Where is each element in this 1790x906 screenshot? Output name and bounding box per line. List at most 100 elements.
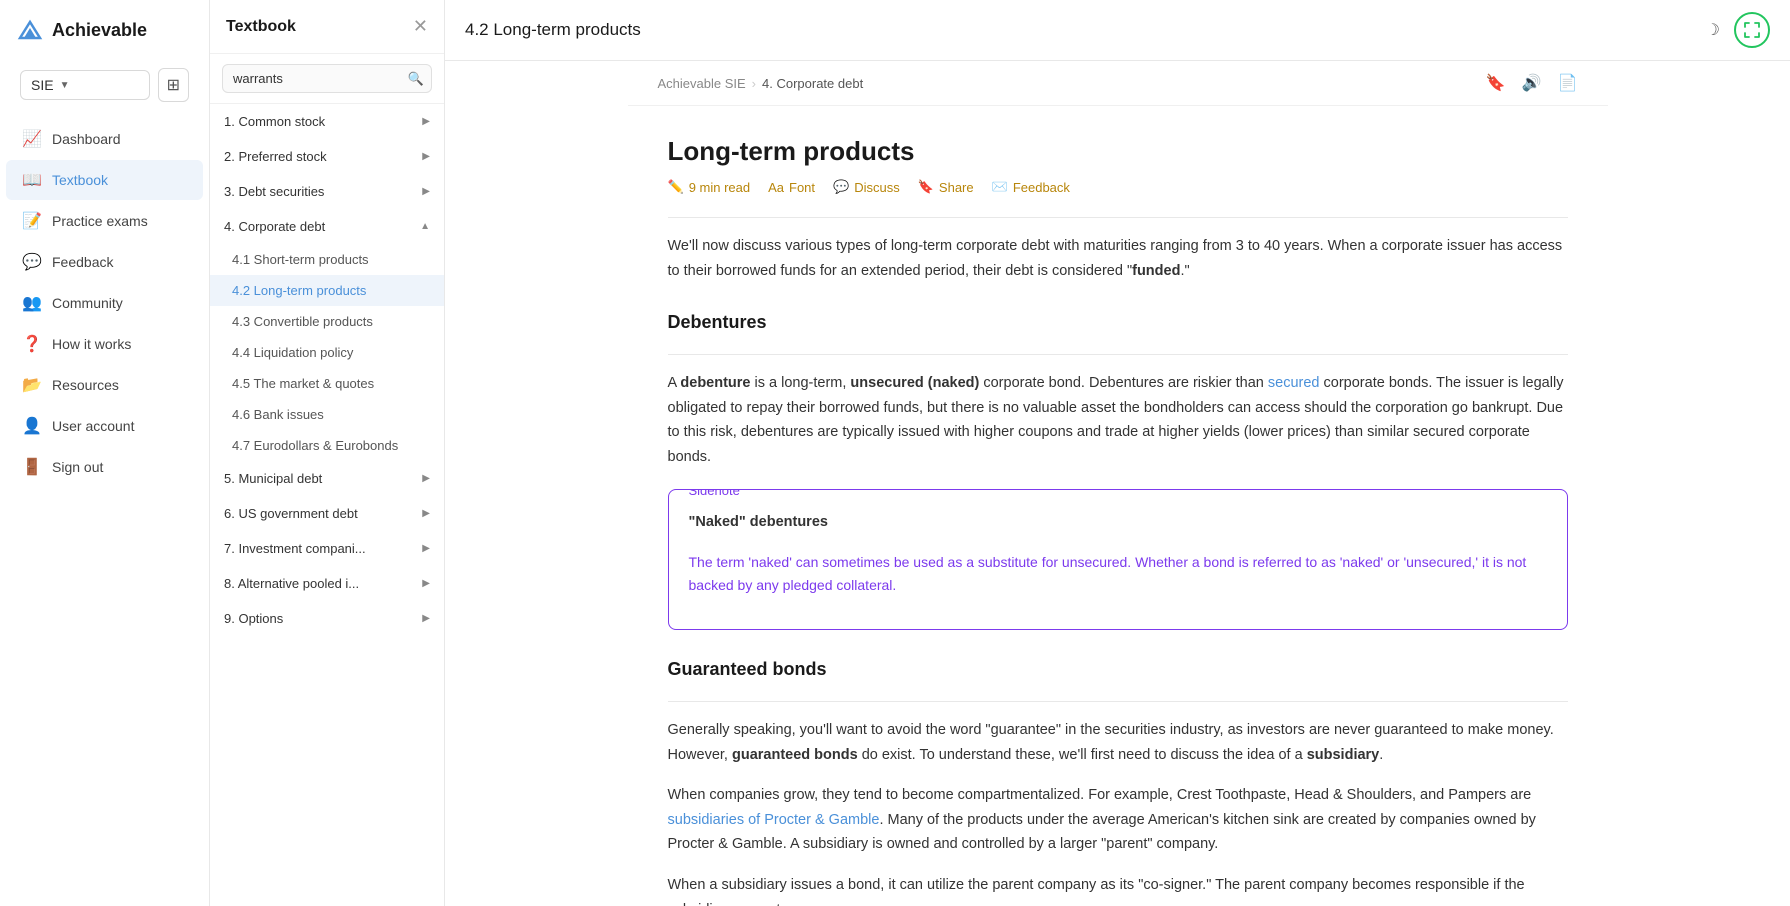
toc-chapter-1-label: 1. Common stock <box>224 114 325 129</box>
chevron-right-icon: ▶ <box>422 151 430 162</box>
sidebar-item-dashboard[interactable]: 📈 Dashboard <box>6 119 203 159</box>
toc-chapter-1-header[interactable]: 1. Common stock ▶ <box>210 104 444 139</box>
read-time-text: 9 min read <box>689 180 750 195</box>
toc-chapter-3-header[interactable]: 3. Debt securities ▶ <box>210 174 444 209</box>
toc-chapter-7-label: 7. Investment compani... <box>224 541 366 556</box>
achievable-logo-icon <box>16 16 44 44</box>
toc-chapter-2-label: 2. Preferred stock <box>224 149 327 164</box>
font-icon: Aa <box>768 180 784 195</box>
sidenote-content: "Naked" debentures The term 'naked' can … <box>669 490 1567 629</box>
toc-chapter-3-label: 3. Debt securities <box>224 184 324 199</box>
feedback-icon: ✉️ <box>992 179 1008 195</box>
sidebar-item-feedback[interactable]: 💬 Feedback <box>6 242 203 282</box>
logo-area: Achievable <box>0 0 209 60</box>
article-body: We'll now discuss various types of long-… <box>668 234 1568 906</box>
page-title: 4.2 Long-term products <box>465 20 641 40</box>
toc-chapter-4: 4. Corporate debt ▲ 4.1 Short-term produ… <box>210 209 444 461</box>
toc-panel: Textbook ✕ 🔍 1. Common stock ▶ 2. Prefer… <box>210 0 445 906</box>
sidebar-item-how-it-works[interactable]: ❓ How it works <box>6 324 203 364</box>
sidebar-item-community[interactable]: 👥 Community <box>6 283 203 323</box>
sidebar-item-label: Feedback <box>52 254 113 270</box>
toc-chapter-2-header[interactable]: 2. Preferred stock ▶ <box>210 139 444 174</box>
sidebar-item-label: How it works <box>52 336 131 352</box>
toc-chapter-8: 8. Alternative pooled i... ▶ <box>210 566 444 601</box>
toc-chapter-6-header[interactable]: 6. US government debt ▶ <box>210 496 444 531</box>
subsidiaries-link[interactable]: subsidiaries of Procter & Gamble <box>668 812 880 828</box>
section-divider <box>668 354 1568 355</box>
guaranteed-bonds-p1: Generally speaking, you'll want to avoid… <box>668 718 1568 767</box>
bookmark-icon[interactable]: 🔖 <box>1486 73 1506 93</box>
resources-icon: 📂 <box>22 375 42 395</box>
sidebar-item-label: Sign out <box>52 459 103 475</box>
toc-subitem-4-5[interactable]: 4.5 The market & quotes <box>210 368 444 399</box>
layers-button[interactable]: ⊞ <box>158 68 189 102</box>
funded-highlight: funded <box>1132 263 1180 279</box>
sidebar-item-label: Community <box>52 295 123 311</box>
toc-chapter-5: 5. Municipal debt ▶ <box>210 461 444 496</box>
pencil-icon: ✏️ <box>668 179 684 195</box>
sidebar-item-user-account[interactable]: 👤 User account <box>6 406 203 446</box>
debentures-title: Debentures <box>668 307 1568 338</box>
toc-subitem-4-1[interactable]: 4.1 Short-term products <box>210 244 444 275</box>
section-divider-2 <box>668 701 1568 702</box>
chevron-down-icon: ▲ <box>420 221 430 232</box>
subsidiary-bold: subsidiary <box>1307 747 1380 763</box>
sidebar-item-label: Dashboard <box>52 131 121 147</box>
document-icon[interactable]: 📄 <box>1558 73 1578 93</box>
feedback-action[interactable]: ✉️ Feedback <box>992 179 1070 195</box>
course-selector-row: SIE ▼ ⊞ <box>8 60 201 110</box>
toc-chapter-7-header[interactable]: 7. Investment compani... ▶ <box>210 531 444 566</box>
sidebar-item-textbook[interactable]: 📖 Textbook <box>6 160 203 200</box>
course-selector-dropdown[interactable]: SIE ▼ <box>20 70 150 100</box>
toc-chapter-5-header[interactable]: 5. Municipal debt ▶ <box>210 461 444 496</box>
toc-chapter-6-label: 6. US government debt <box>224 506 358 521</box>
user-account-icon: 👤 <box>22 416 42 436</box>
dark-mode-icon[interactable]: ☽ <box>1706 20 1720 40</box>
share-icon: 🔖 <box>918 179 934 195</box>
sidebar-item-label: Practice exams <box>52 213 148 229</box>
toc-subitem-4-4[interactable]: 4.4 Liquidation policy <box>210 337 444 368</box>
discuss-action[interactable]: 💬 Discuss <box>833 179 900 195</box>
chevron-right-icon: ▶ <box>422 613 430 624</box>
audio-icon[interactable]: 🔊 <box>1522 73 1542 93</box>
toc-search-area: 🔍 <box>210 54 444 104</box>
font-action[interactable]: Aa Font <box>768 180 815 195</box>
guaranteed-bonds-p3: When a subsidiary issues a bond, it can … <box>668 873 1568 906</box>
article-title: Long-term products <box>668 136 1568 167</box>
toc-chapter-9-label: 9. Options <box>224 611 283 626</box>
unsecured-bold: unsecured (naked) <box>850 375 979 391</box>
read-time: ✏️ 9 min read <box>668 179 751 195</box>
toc-subitem-4-2[interactable]: 4.2 Long-term products <box>210 275 444 306</box>
toc-subitem-4-7[interactable]: 4.7 Eurodollars & Eurobonds <box>210 430 444 461</box>
article-meta: ✏️ 9 min read Aa Font 💬 Discuss 🔖 Share <box>668 179 1568 195</box>
feedback-label: Feedback <box>1013 180 1070 195</box>
sidebar-item-resources[interactable]: 📂 Resources <box>6 365 203 405</box>
breadcrumb-parent[interactable]: Achievable SIE <box>658 76 746 91</box>
toc-chapter-9-header[interactable]: 9. Options ▶ <box>210 601 444 636</box>
toc-chapter-8-header[interactable]: 8. Alternative pooled i... ▶ <box>210 566 444 601</box>
sidebar-item-sign-out[interactable]: 🚪 Sign out <box>6 447 203 487</box>
toc-chapter-7: 7. Investment compani... ▶ <box>210 531 444 566</box>
chevron-right-icon: ▶ <box>422 578 430 589</box>
intro-paragraph: We'll now discuss various types of long-… <box>668 234 1568 283</box>
toc-chapter-3: 3. Debt securities ▶ <box>210 174 444 209</box>
sidebar: Achievable SIE ▼ ⊞ 📈 Dashboard 📖 Textboo… <box>0 0 210 906</box>
fullscreen-button[interactable] <box>1734 12 1770 48</box>
toc-chapter-6: 6. US government debt ▶ <box>210 496 444 531</box>
toc-subitem-4-3[interactable]: 4.3 Convertible products <box>210 306 444 337</box>
sidebar-item-practice-exams[interactable]: 📝 Practice exams <box>6 201 203 241</box>
toc-title: Textbook <box>226 18 296 36</box>
sidebar-item-label: Textbook <box>52 172 108 188</box>
toc-subitem-4-6[interactable]: 4.6 Bank issues <box>210 399 444 430</box>
article-divider <box>668 217 1568 218</box>
chevron-down-icon: ▼ <box>60 80 70 91</box>
main-topbar: 4.2 Long-term products ☽ <box>445 0 1790 61</box>
share-action[interactable]: 🔖 Share <box>918 179 974 195</box>
search-input[interactable] <box>222 64 432 93</box>
toc-chapter-4-header[interactable]: 4. Corporate debt ▲ <box>210 209 444 244</box>
close-icon[interactable]: ✕ <box>413 16 428 37</box>
debentures-paragraph: A debenture is a long-term, unsecured (n… <box>668 371 1568 470</box>
secured-link[interactable]: secured <box>1268 375 1320 391</box>
guaranteed-bonds-bold: guaranteed bonds <box>732 747 858 763</box>
search-icon: 🔍 <box>408 71 424 87</box>
